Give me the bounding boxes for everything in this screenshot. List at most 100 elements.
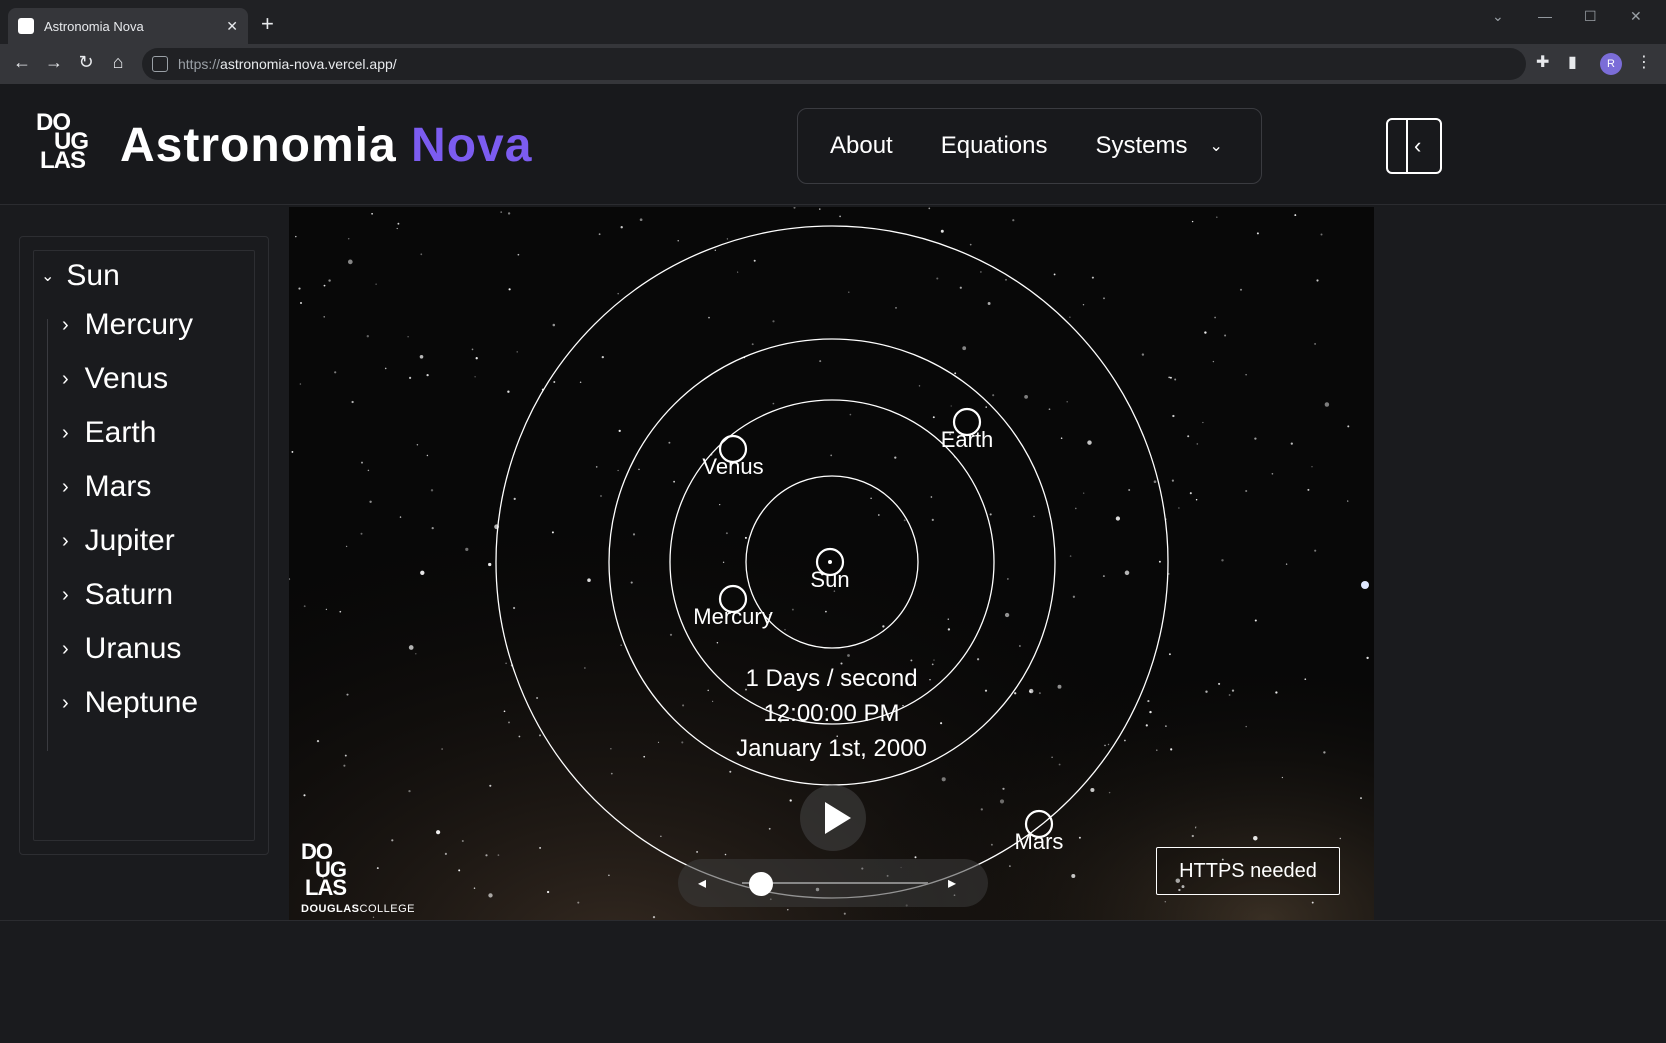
tree-item-mercury[interactable]: › Mercury [62,308,193,342]
star [673,480,675,483]
star [638,468,640,471]
slider-thumb[interactable] [748,872,773,896]
star [669,633,673,636]
star [1281,776,1284,779]
close-window-icon[interactable]: ✕ [1630,8,1642,25]
star [882,625,885,628]
tree-item-jupiter[interactable]: › Jupiter [62,524,175,558]
star [877,514,880,516]
star [507,212,511,215]
star [1239,288,1243,291]
star [1194,827,1197,829]
chevron-left-icon: ‹ [1414,133,1422,158]
maximize-icon[interactable]: ☐ [1584,8,1597,25]
page-footer [0,920,1666,1043]
play-button[interactable] [800,785,866,851]
tree-item-earth[interactable]: › Earth [62,416,156,450]
tree-item-uranus[interactable]: › Uranus [62,632,181,666]
tree-item-label: Mercury [84,308,194,341]
site-title[interactable]: Astronomia Nova [120,118,532,173]
minimize-icon[interactable]: — [1538,8,1552,24]
star [579,381,582,383]
star [751,343,754,346]
body-tree-panel: ⌄ Sun › Mercury › Venus › Earth › Mars › Jupiter ›… [19,236,269,855]
star [1164,900,1167,903]
address-bar[interactable]: https://astronomia-nova.vercel.app/ [142,48,1526,80]
star [408,645,414,650]
star [303,605,306,608]
star [375,283,377,285]
https-needed-button[interactable]: HTTPS needed [1156,847,1340,895]
new-tab-icon[interactable]: + [261,11,274,37]
star [1069,316,1071,318]
star [725,532,728,535]
tree-item-venus[interactable]: › Venus [62,362,168,396]
sun-label: Sun [810,567,849,592]
star [465,547,469,551]
star [1012,219,1015,222]
star [416,444,419,446]
star [291,450,294,453]
nav-equations[interactable]: Equations [941,132,1048,160]
star [485,854,488,857]
extensions-icon[interactable]: ✚ [1536,52,1549,72]
star [366,335,369,338]
collapse-sidebar-button[interactable]: ‹ [1386,118,1442,174]
star [1124,570,1130,576]
url-text: https://astronomia-nova.vercel.app/ [178,56,397,72]
star [343,764,346,767]
star [601,355,604,359]
star [976,658,980,661]
sidepanel-icon[interactable]: ▮ [1568,52,1577,72]
home-icon[interactable]: ⌂ [106,52,130,73]
star [969,243,972,246]
site-info-icon[interactable] [152,56,168,72]
slow-down-icon[interactable]: ◂ [698,873,706,893]
back-icon[interactable]: ← [10,52,34,73]
star [1204,331,1207,334]
tab-search-icon[interactable]: ⌄ [1492,8,1504,25]
star [346,693,349,696]
tree-item-mars[interactable]: › Mars [62,470,151,504]
star [992,394,995,397]
star [668,441,671,444]
tree-item-saturn[interactable]: › Saturn [62,578,173,612]
douglas-logo[interactable]: DO UG LAS [36,111,98,175]
orbit-simulation[interactable]: Sun Mercury Venus Earth Mars 1 Days / second… [289,207,1374,920]
star [500,211,503,213]
star [847,654,850,657]
star [1082,303,1085,306]
star [1221,559,1224,562]
tab-close-icon[interactable]: ✕ [226,18,238,35]
tree-root-sun[interactable]: ⌄ Sun [41,259,120,293]
star [372,916,375,918]
star [539,846,542,849]
star [787,908,789,911]
star [325,608,328,611]
play-icon [825,802,851,834]
star [618,429,621,433]
star [1004,612,1010,618]
nav-systems[interactable]: Systems ⌄ [1095,132,1222,160]
profile-avatar[interactable]: R [1600,53,1622,75]
star [399,516,402,518]
browser-tab[interactable]: Astronomia Nova ✕ [8,8,248,44]
star [1224,334,1227,337]
star [303,794,306,797]
star [507,390,510,393]
reload-icon[interactable]: ↻ [74,52,98,73]
nav-about[interactable]: About [830,132,893,160]
star [1078,836,1081,839]
menu-icon[interactable]: ⋮ [1636,52,1652,72]
star [436,830,441,835]
star [1324,402,1330,407]
star [489,784,492,787]
tree-item-neptune[interactable]: › Neptune [62,686,198,720]
star [407,336,409,338]
star [933,659,935,661]
star [990,843,993,846]
speed-slider[interactable]: ◂ ▸ [678,859,988,907]
forward-icon[interactable]: → [42,52,66,73]
star [660,835,662,837]
speed-up-icon[interactable]: ▸ [948,873,956,893]
